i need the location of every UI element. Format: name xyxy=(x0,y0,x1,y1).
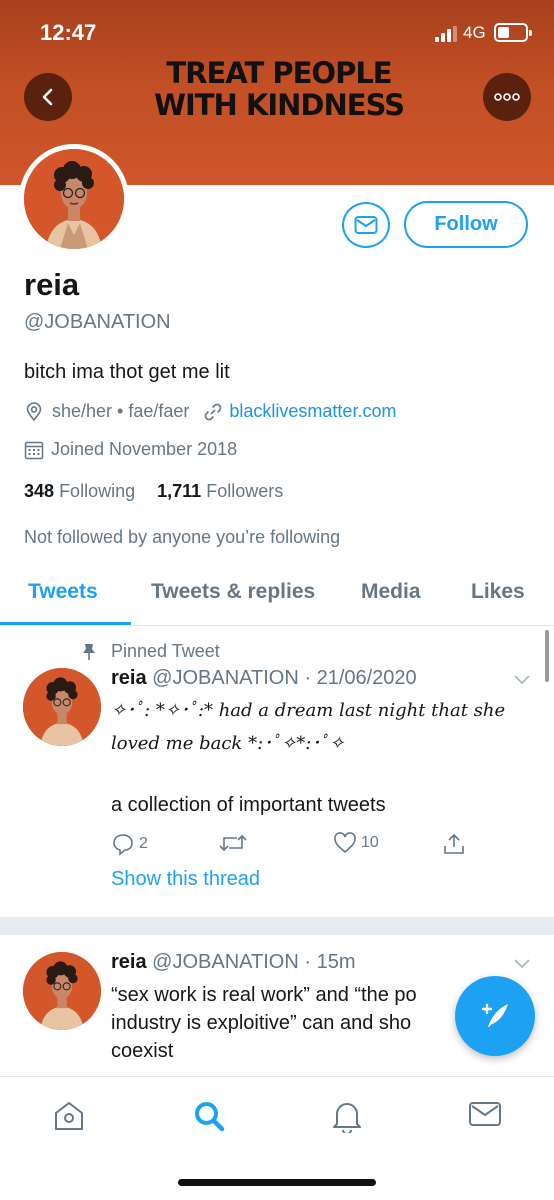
home-icon[interactable] xyxy=(52,1099,86,1133)
link-icon xyxy=(205,403,222,420)
profile-name: reia xyxy=(24,267,80,302)
following-label: Following xyxy=(59,481,136,501)
tweet-time: 15m xyxy=(316,951,356,973)
following-count: 348 xyxy=(24,481,55,501)
active-tab-indicator xyxy=(0,622,131,625)
joined-row: Joined November 2018 xyxy=(24,439,237,460)
message-button[interactable] xyxy=(342,202,390,248)
tweet-text: ✧･ﾟ: *✧･ﾟ:* had a dream last night that … xyxy=(111,694,531,760)
banner-line-1: TREAT PEOPLE xyxy=(166,56,392,90)
tweet-author-name[interactable]: reia xyxy=(111,667,147,689)
joined-date: Joined November 2018 xyxy=(51,439,238,459)
tweet-header: reia @JOBANATION · 15m xyxy=(111,951,355,974)
avatar-illustration xyxy=(24,149,124,249)
heart-icon xyxy=(334,832,356,854)
profile-avatar[interactable] xyxy=(19,144,129,254)
pinned-label: Pinned Tweet xyxy=(111,641,220,661)
tweet-divider xyxy=(0,917,554,935)
notifications-icon[interactable] xyxy=(331,1099,363,1133)
following-count-link[interactable]: 348 Following xyxy=(24,481,135,501)
retweet-button[interactable] xyxy=(218,832,248,854)
status-bar: 12:47 4G xyxy=(0,0,554,60)
profile-handle: @JOBANATION xyxy=(24,311,171,333)
pronouns: she/her • fae/faer xyxy=(52,401,190,421)
location-pin-icon xyxy=(26,401,42,421)
reply-count: 2 xyxy=(139,835,148,852)
more-button[interactable] xyxy=(483,73,531,121)
like-count: 10 xyxy=(361,834,379,851)
tweet-text-line-1: “sex work is real work” and “the po xyxy=(111,984,417,1006)
tweet-author-handle: @JOBANATION xyxy=(152,667,299,689)
tweet-time: 21/06/2020 xyxy=(316,667,417,689)
reply-button[interactable]: 2 xyxy=(111,832,148,856)
show-thread-link[interactable]: Show this thread xyxy=(111,868,260,891)
tweet-text-line-2: loved me back *:･ﾟ✧*:･ﾟ✧ xyxy=(111,733,345,754)
follow-counts: 348 Following 1,711 Followers xyxy=(24,481,283,502)
compose-tweet-button[interactable] xyxy=(455,976,535,1056)
separator-dot: · xyxy=(304,951,312,973)
tweet-header: reia @JOBANATION · 21/06/2020 xyxy=(111,667,417,690)
tab-tweets[interactable]: Tweets xyxy=(28,580,98,604)
status-time: 12:47 xyxy=(40,20,97,45)
tweet-text-line-3: coexist xyxy=(111,1040,174,1062)
profile-meta-row: she/her • fae/faer blacklivesmatter.com xyxy=(24,401,396,422)
share-icon xyxy=(444,833,464,854)
share-button[interactable] xyxy=(442,832,466,856)
battery-icon xyxy=(494,23,532,42)
banner-text: TREAT PEOPLE WITH KINDNESS xyxy=(120,57,438,121)
pin-icon xyxy=(83,644,95,660)
tweet-avatar[interactable] xyxy=(23,668,101,746)
tweet-text-line-1: ✧･ﾟ: *✧･ﾟ:* had a dream last night that … xyxy=(111,700,506,721)
scrollbar[interactable] xyxy=(545,630,549,682)
compose-icon xyxy=(481,1003,508,1027)
like-button[interactable]: 10 xyxy=(333,832,379,854)
follow-button[interactable]: Follow xyxy=(404,201,528,248)
calendar-icon xyxy=(24,441,44,459)
followers-count-link[interactable]: 1,711 Followers xyxy=(157,481,283,501)
profile-tabs: Tweets Tweets & replies Media Likes xyxy=(0,566,554,626)
tweet-avatar[interactable] xyxy=(23,952,101,1030)
network-type: 4G xyxy=(463,23,486,42)
followers-label: Followers xyxy=(206,481,284,501)
tab-tweets-replies[interactable]: Tweets & replies xyxy=(151,580,315,604)
search-icon[interactable] xyxy=(192,1099,226,1133)
tweet-actions: 2 10 xyxy=(111,832,491,858)
tweet-author-name[interactable]: reia xyxy=(111,951,147,973)
avatar-illustration xyxy=(23,952,101,1030)
chevron-left-icon xyxy=(42,88,53,106)
profile-bio: bitch ima thot get me lit xyxy=(24,361,230,383)
tab-media[interactable]: Media xyxy=(361,580,421,604)
chevron-down-icon[interactable] xyxy=(512,672,532,686)
retweet-icon xyxy=(219,834,247,852)
signal-icon xyxy=(435,26,457,42)
reply-icon xyxy=(113,834,133,856)
more-icon xyxy=(494,93,520,101)
tweet-text: “sex work is real work” and “the po indu… xyxy=(111,981,417,1065)
separator-dot: · xyxy=(304,667,312,689)
tweet-text-line-3: a collection of important tweets xyxy=(111,794,386,816)
avatar-illustration xyxy=(23,668,101,746)
tweet-author-handle: @JOBANATION xyxy=(152,951,299,973)
tab-likes[interactable]: Likes xyxy=(471,580,525,604)
chevron-down-icon[interactable] xyxy=(512,956,532,970)
back-button[interactable] xyxy=(24,73,72,121)
home-indicator xyxy=(178,1179,376,1186)
website-link[interactable]: blacklivesmatter.com xyxy=(229,401,396,422)
followers-count: 1,711 xyxy=(157,481,202,501)
tweet-text-line-2: industry is exploitive” can and sho xyxy=(111,1012,412,1034)
banner-line-2: WITH KINDNESS xyxy=(153,88,405,122)
not-followed-notice: Not followed by anyone you’re following xyxy=(24,527,341,547)
messages-icon[interactable] xyxy=(468,1099,502,1129)
envelope-icon xyxy=(354,216,378,234)
